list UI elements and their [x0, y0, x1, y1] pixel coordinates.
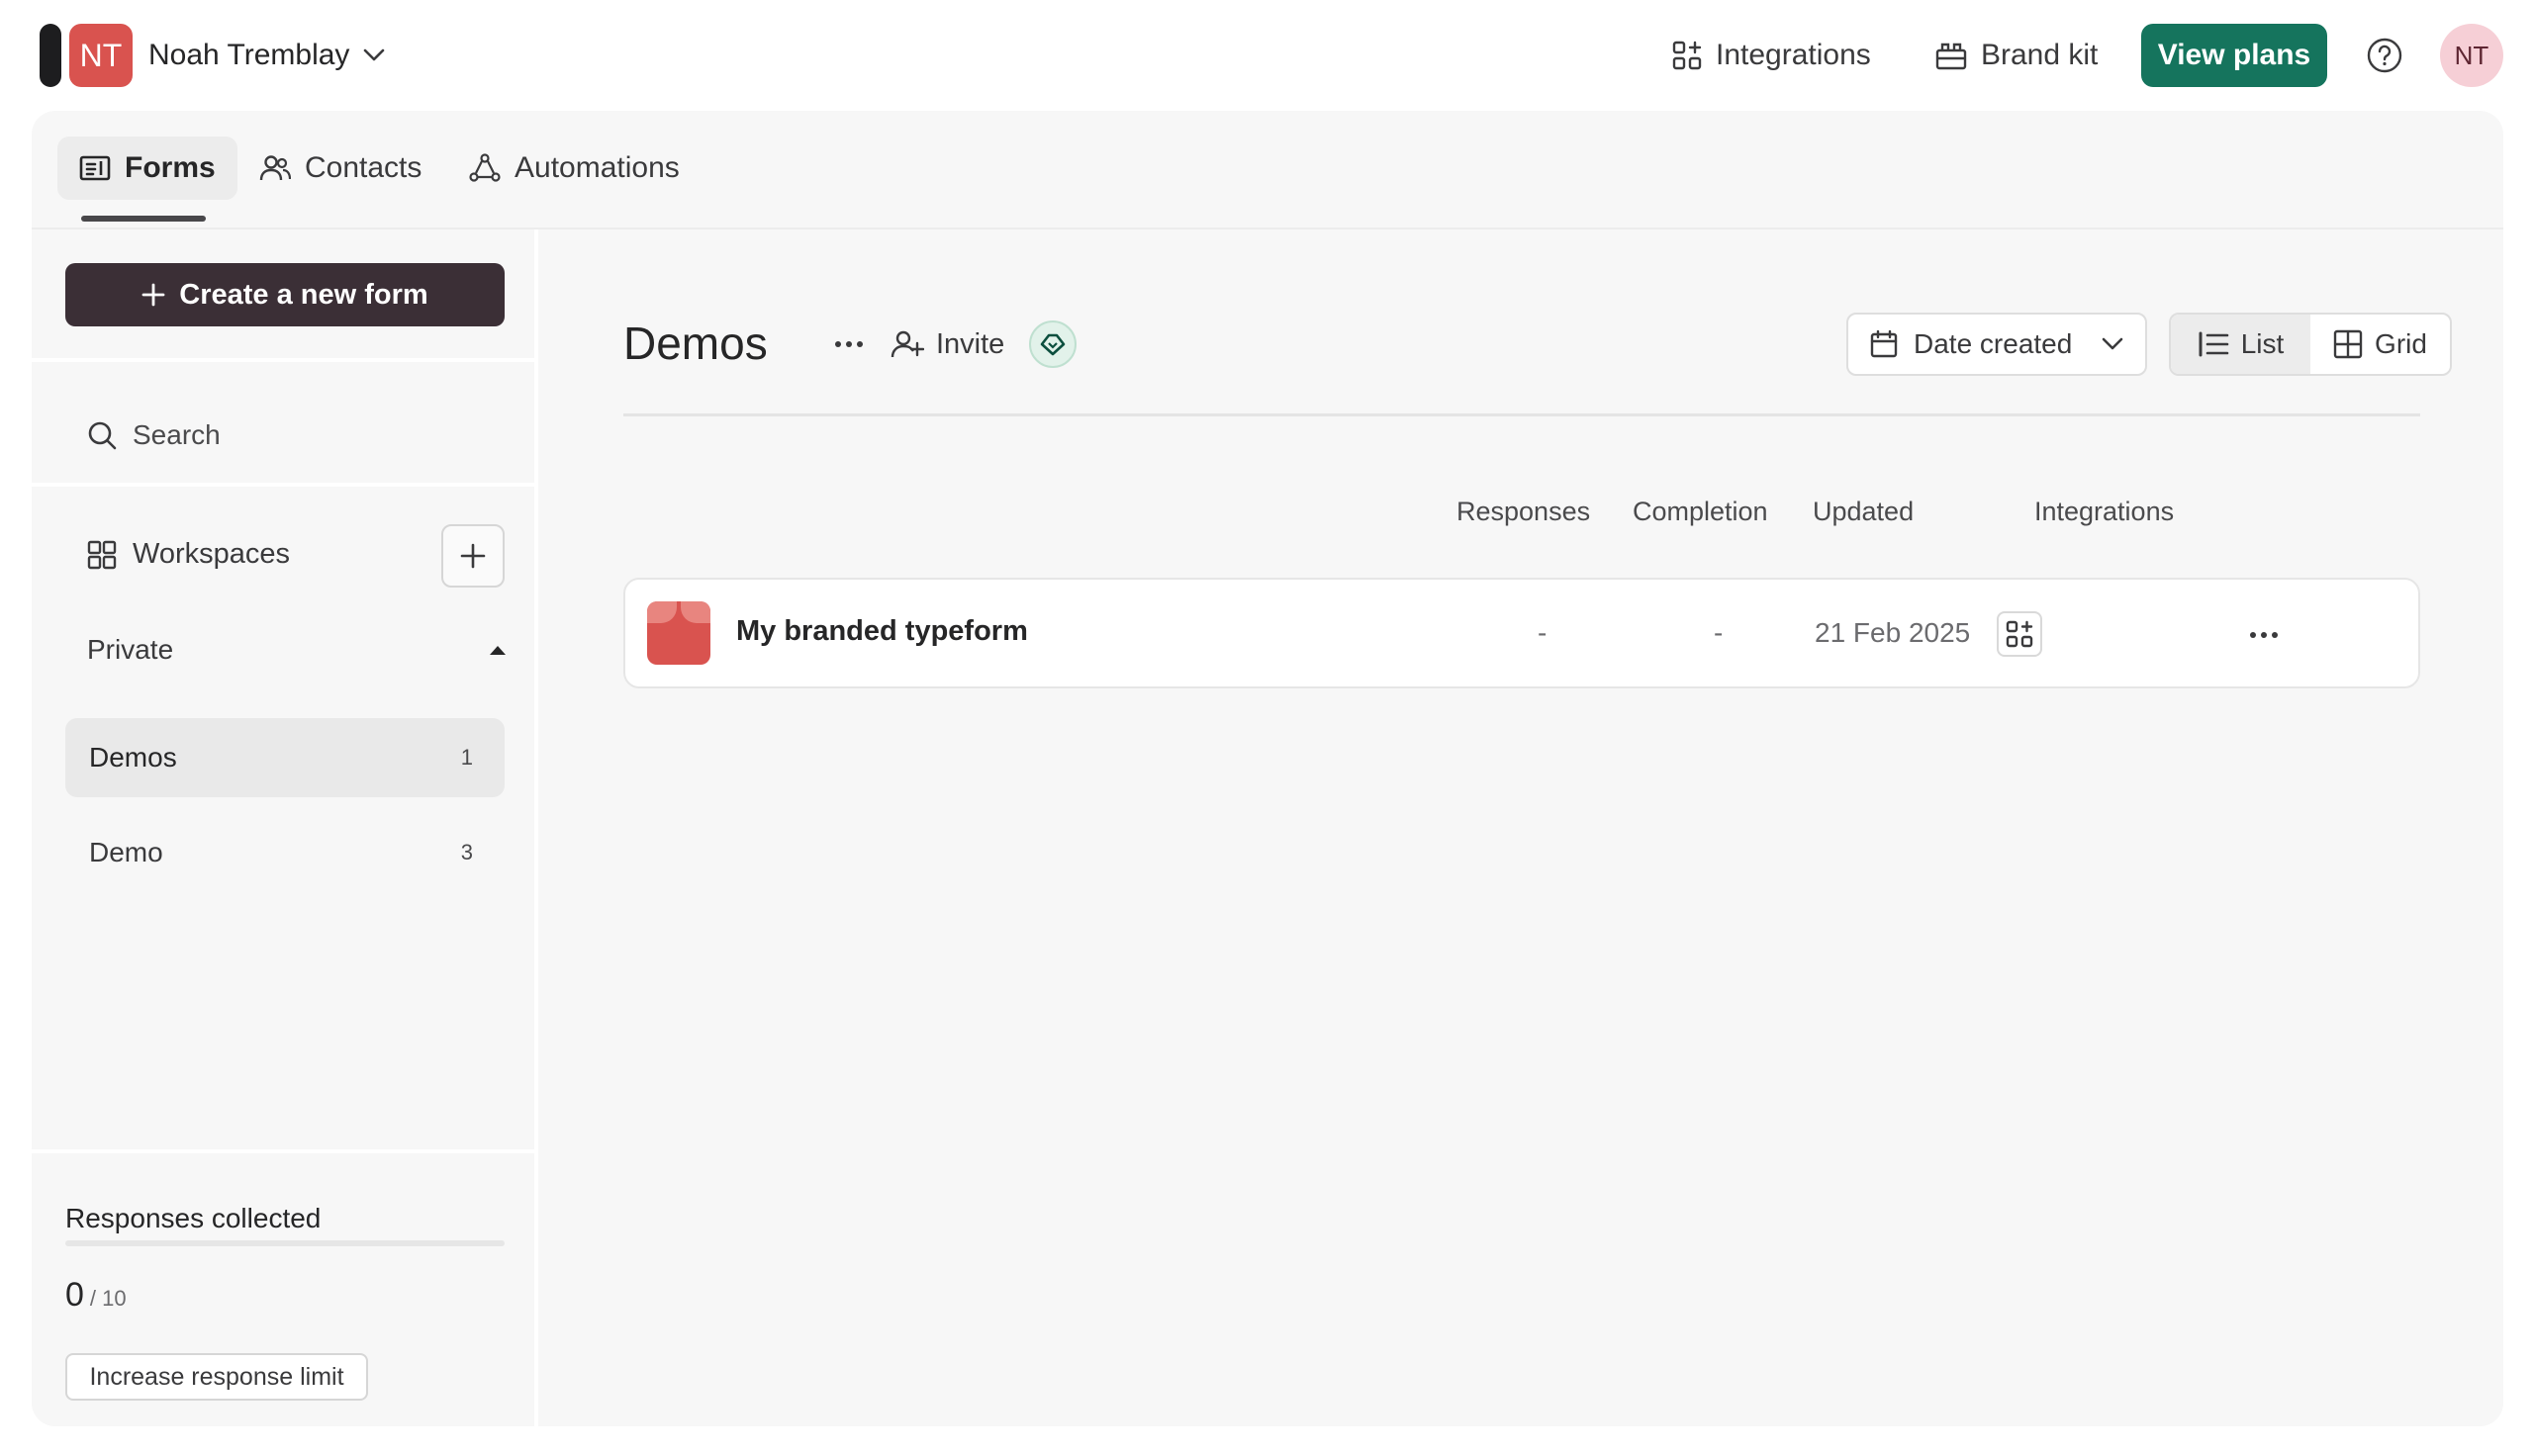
typeform-logo [40, 24, 61, 87]
form-row[interactable]: My branded typeform - - 21 Feb 2025 [623, 578, 2420, 688]
responses-progress-bar [65, 1240, 505, 1246]
column-header-updated: Updated [1813, 497, 1915, 526]
sidebar-item-demos[interactable]: Demos 1 [65, 718, 505, 797]
tab-forms[interactable]: Forms [57, 136, 237, 200]
sidebar-divider [32, 358, 538, 362]
grid-view-label: Grid [2375, 328, 2427, 359]
diamond-tag-icon [1039, 332, 1067, 356]
brand-kit-badge[interactable] [1029, 320, 1077, 368]
brand-kit-link[interactable]: Brand kit [1935, 30, 2098, 81]
brand-kit-icon [1935, 41, 1967, 70]
view-plans-button[interactable]: View plans [2141, 24, 2327, 87]
integrations-label: Integrations [1716, 39, 1871, 71]
workspace-more-icon[interactable] [829, 324, 869, 364]
workspace-count: 3 [460, 840, 473, 864]
sort-dropdown[interactable]: Date created [1846, 313, 2147, 376]
workspace-name: Demo [89, 837, 163, 867]
search-input[interactable]: Search [87, 404, 503, 467]
column-header-completion: Completion [1633, 497, 1768, 526]
sidebar: Create a new form Search Workspaces Priv… [32, 229, 538, 1426]
tab-contacts-label: Contacts [305, 151, 422, 184]
app-frame: Forms Contacts Automations Create a new … [32, 111, 2503, 1426]
list-view-button[interactable]: List [2171, 315, 2310, 374]
add-user-icon [891, 329, 924, 359]
form-integrations-icon[interactable] [1997, 611, 2042, 657]
tab-automations[interactable]: Automations [447, 136, 702, 200]
workspaces-header: Workspaces [87, 538, 290, 571]
sidebar-item-demo[interactable]: Demo 3 [65, 813, 505, 892]
contacts-icon [259, 154, 291, 182]
grid-icon [2333, 329, 2363, 359]
column-header-integrations: Integrations [2034, 497, 2175, 526]
header-divider [623, 413, 2420, 416]
list-view-label: List [2240, 328, 2285, 359]
page-title: Demos [623, 318, 768, 369]
create-form-label: Create a new form [179, 278, 428, 311]
integrations-icon [1672, 41, 1702, 70]
add-workspace-button[interactable] [441, 524, 505, 588]
chevron-down-icon [363, 48, 385, 62]
account-name: Noah Tremblay [148, 39, 350, 71]
invite-button[interactable]: Invite [891, 318, 1004, 370]
automations-icon [469, 153, 501, 183]
account-switcher[interactable]: Noah Tremblay [148, 30, 385, 81]
user-avatar[interactable]: NT [2440, 24, 2503, 87]
account-avatar[interactable]: NT [69, 24, 133, 87]
integrations-link[interactable]: Integrations [1672, 30, 1871, 81]
main-content: Demos Invite Date created List Grid Resp… [542, 229, 2503, 1426]
plus-icon [460, 543, 486, 569]
increase-response-limit-button[interactable]: Increase response limit [65, 1353, 368, 1401]
invite-label: Invite [936, 327, 1005, 360]
private-label: Private [87, 634, 174, 665]
responses-collected-value: 0 [65, 1276, 84, 1314]
create-form-button[interactable]: Create a new form [65, 263, 505, 326]
caret-up-icon [489, 644, 507, 656]
sort-label: Date created [1914, 328, 2073, 359]
tab-automations-label: Automations [515, 151, 680, 184]
list-icon [2198, 331, 2229, 357]
active-tab-indicator [81, 216, 206, 222]
private-section-toggle[interactable]: Private [87, 625, 507, 675]
form-more-icon[interactable] [2244, 615, 2284, 655]
responses-collected-label: Responses collected [65, 1203, 322, 1233]
sidebar-divider [32, 483, 538, 487]
sidebar-divider [32, 1149, 538, 1153]
view-toggle: List Grid [2169, 313, 2452, 376]
form-updated: 21 Feb 2025 [1815, 617, 1971, 648]
help-icon[interactable] [2365, 36, 2404, 75]
plus-icon [141, 283, 165, 307]
responses-count: 0 / 10 [65, 1276, 127, 1315]
workspace-count: 1 [460, 745, 473, 770]
brand-kit-label: Brand kit [1981, 39, 2099, 71]
tab-contacts[interactable]: Contacts [237, 136, 443, 200]
tab-forms-label: Forms [125, 151, 216, 184]
form-name[interactable]: My branded typeform [736, 615, 1028, 648]
workspace-name: Demos [89, 742, 177, 773]
grid-view-button[interactable]: Grid [2310, 315, 2450, 374]
form-responses: - [1538, 617, 1548, 648]
top-bar: NT Noah Tremblay Integrations Brand kit … [0, 0, 2533, 111]
responses-limit-value: / 10 [89, 1286, 127, 1311]
calendar-icon [1870, 330, 1898, 358]
workspaces-label: Workspaces [133, 538, 291, 570]
search-icon [87, 420, 117, 450]
forms-icon [79, 155, 111, 181]
main-tabs: Forms Contacts Automations [32, 111, 2503, 228]
search-placeholder: Search [133, 419, 221, 450]
column-header-responses: Responses [1456, 497, 1591, 526]
workspaces-icon [87, 540, 117, 570]
chevron-down-icon [2102, 337, 2123, 351]
form-thumbnail [647, 601, 710, 665]
form-completion: - [1714, 617, 1724, 648]
